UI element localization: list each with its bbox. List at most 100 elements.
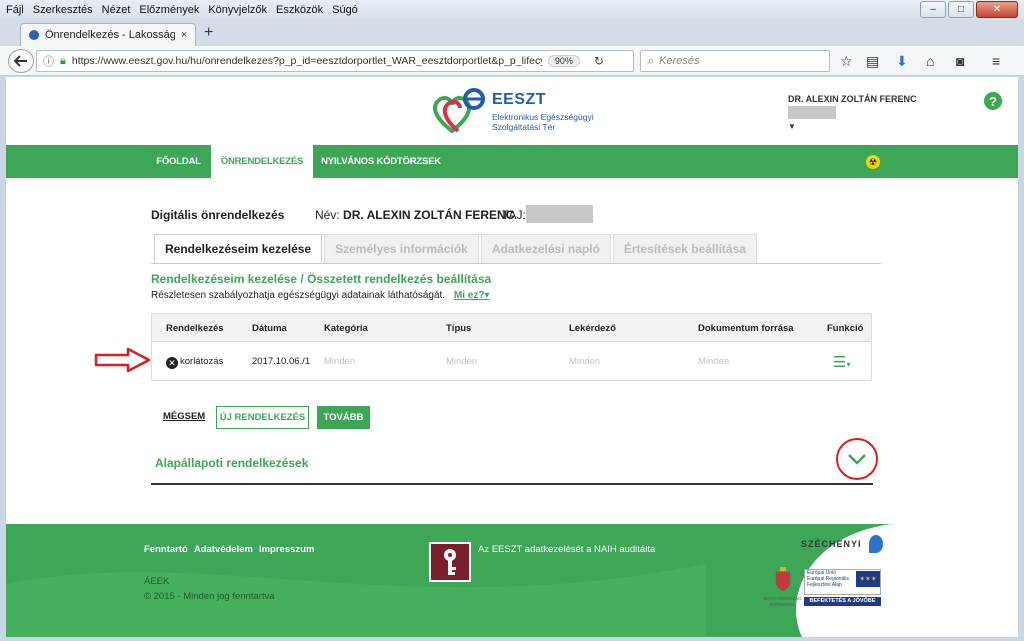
caret-down-icon[interactable]: ▼ bbox=[788, 122, 796, 131]
th-dokumentum-forrasa: Dokumentum forrása bbox=[698, 323, 794, 334]
chevron-down-icon bbox=[848, 454, 866, 465]
tab-ertesitesek[interactable]: Értesítések beállítása bbox=[612, 234, 757, 263]
th-datuma: Dátuma bbox=[252, 323, 287, 334]
rules-table: Rendelkezés Dátuma Kategória Típus Lekér… bbox=[151, 313, 872, 381]
function-menu-icon[interactable]: ☰▾ bbox=[833, 353, 850, 371]
th-lekerdezo: Lekérdező bbox=[569, 323, 616, 334]
section-divider bbox=[151, 483, 873, 485]
browser-tab-title: Önrendelkezés - Lakossági Po bbox=[45, 29, 175, 41]
cell-dokumentum: Minden bbox=[698, 356, 730, 367]
cancel-button[interactable]: MÉGSEM bbox=[163, 411, 205, 422]
back-button[interactable] bbox=[8, 49, 34, 73]
menu-bookmarks[interactable]: Könyvjelzők bbox=[208, 4, 267, 16]
whatis-link[interactable]: Mi ez?▾ bbox=[454, 290, 490, 301]
pocket-icon[interactable]: ◙ bbox=[956, 53, 964, 69]
nav-onrendelkezes[interactable]: ÖNRENDELKEZÉS bbox=[211, 145, 313, 178]
menu-file[interactable]: Fájl bbox=[6, 4, 24, 16]
minimize-button[interactable]: – bbox=[920, 1, 946, 18]
new-tab-button[interactable]: + bbox=[204, 24, 213, 42]
nav-foodal[interactable]: FŐOLDAL bbox=[146, 145, 211, 178]
browser-tab[interactable]: Önrendelkezés - Lakossági Po × bbox=[20, 23, 196, 46]
cell-datum: 2017.10.06./1 bbox=[252, 356, 311, 367]
name-value: DR. ALEXIN ZOLTÁN FERENC bbox=[343, 208, 515, 222]
zoom-indicator[interactable]: 90% bbox=[547, 55, 580, 67]
tab-rendelkezeseim[interactable]: Rendelkezéseim kezelése bbox=[154, 234, 323, 263]
eu-fund-text: Európai Unió Európai Regionális Fejleszt… bbox=[807, 570, 849, 588]
search-placeholder: Keresés bbox=[659, 55, 700, 67]
close-window-button[interactable]: ✕ bbox=[976, 1, 1018, 18]
map-pin-icon bbox=[869, 535, 884, 553]
th-funkcio: Funkció bbox=[827, 323, 864, 334]
section-title: Rendelkezéseim kezelése / Összetett rend… bbox=[151, 272, 492, 286]
coat-of-arms-icon bbox=[775, 567, 791, 592]
main-content: Digitális önrendelkezés Név: DR. ALEXIN … bbox=[6, 178, 1018, 524]
tab-szemelyes-informaciok[interactable]: Személyes információk bbox=[324, 234, 479, 263]
footer-org: ÁEEK bbox=[144, 576, 170, 587]
nav-nyilvanos-kodtorzsek[interactable]: NYILVÁNOS KÓDTÖRZSEK bbox=[313, 145, 449, 178]
help-icon[interactable]: ? bbox=[984, 92, 1002, 110]
user-name[interactable]: DR. ALEXIN ZOLTÁN FERENC bbox=[788, 94, 917, 104]
redacted-user-info bbox=[788, 106, 836, 119]
cell-rendelkezes: korlátozás bbox=[180, 356, 224, 367]
name-label: Név: bbox=[315, 208, 340, 222]
naih-audit-text[interactable]: Az EESZT adatkezelését a NAIH auditálta bbox=[478, 544, 655, 555]
kormany-text: MAGYARORSZÁG KORMÁNYA bbox=[763, 596, 802, 607]
expand-button[interactable] bbox=[836, 438, 878, 480]
reading-list-icon[interactable]: ▤ bbox=[866, 53, 879, 70]
cell-kategoria: Minden bbox=[324, 356, 356, 367]
maximize-button[interactable]: □ bbox=[948, 1, 974, 18]
logo-name: EESZT bbox=[492, 91, 547, 108]
info-icon[interactable]: ⓘ bbox=[43, 53, 54, 69]
favicon-icon bbox=[29, 30, 39, 40]
table-row: ✕ korlátozás bbox=[166, 356, 223, 369]
menubar: Fájl Szerkesztés Nézet Előzmények Könyvj… bbox=[0, 0, 1024, 20]
eu-flag-icon: ✶✶✶ bbox=[856, 571, 880, 587]
link-adatvedelem[interactable]: Adatvédelem bbox=[194, 544, 253, 555]
szechenyi-text: SZÉCHENYI bbox=[801, 539, 862, 549]
footer-copyright: © 2015 - Minden jog fenntartva bbox=[144, 591, 275, 602]
window-controls: – □ ✕ bbox=[920, 1, 1018, 18]
next-button[interactable]: TOVÁBB bbox=[317, 406, 370, 429]
link-fenntarto[interactable]: Fenntartó bbox=[144, 544, 188, 555]
bookmark-star-icon[interactable]: ☆ bbox=[840, 53, 853, 70]
home-icon[interactable]: ⌂ bbox=[926, 53, 934, 69]
logo-subtitle: Elektronikus Egészségügyi Szolgáltatási … bbox=[492, 112, 594, 132]
site-footer: Fenntartó Adatvédelem Impresszum ÁEEK © … bbox=[6, 524, 1018, 637]
heart-logo-icon bbox=[433, 88, 485, 134]
szechenyi-logo: SZÉCHENYI bbox=[801, 535, 884, 553]
taj-label: TAJ: bbox=[502, 208, 526, 222]
cell-tipus: Minden bbox=[446, 356, 478, 367]
menu-tools[interactable]: Eszközök bbox=[276, 4, 323, 16]
close-circle-icon[interactable]: ✕ bbox=[166, 357, 178, 369]
key-icon bbox=[444, 549, 456, 575]
menu-edit[interactable]: Szerkesztés bbox=[33, 4, 93, 16]
menu-help[interactable]: Súgó bbox=[332, 4, 358, 16]
tab-close-icon[interactable]: × bbox=[181, 29, 187, 41]
reload-icon[interactable]: ↻ bbox=[594, 54, 604, 68]
main-nav: FŐOLDAL ÖNRENDELKEZÉS NYILVÁNOS KÓDTÖRZS… bbox=[6, 145, 1018, 178]
web-page: EESZT Elektronikus Egészségügyi Szolgált… bbox=[6, 77, 1018, 637]
footer-links: Fenntartó Adatvédelem Impresszum bbox=[144, 544, 314, 555]
section-description: Részletesen szabályozhatja egészségügyi … bbox=[151, 290, 489, 301]
search-input[interactable]: ⌕ Keresés bbox=[640, 50, 830, 72]
eeszt-logo[interactable]: EESZT Elektronikus Egészségügyi Szolgált… bbox=[430, 87, 605, 135]
page-title: Digitális önrendelkezés bbox=[151, 208, 285, 222]
hamburger-menu-icon[interactable]: ≡ bbox=[992, 53, 1000, 69]
menu-view[interactable]: Nézet bbox=[102, 4, 131, 16]
naih-key-icon[interactable] bbox=[429, 542, 471, 582]
th-rendelkezes: Rendelkezés bbox=[166, 323, 224, 334]
lock-icon[interactable]: 🔒︎ bbox=[60, 55, 66, 68]
tab-adatkezelesi-naplo[interactable]: Adatkezelési napló bbox=[480, 234, 611, 263]
navigation-bar: ⓘ 🔒︎ https://www.eeszt.gov.hu/hu/onrende… bbox=[0, 46, 1024, 76]
link-impresszum[interactable]: Impresszum bbox=[259, 544, 314, 555]
menu-history[interactable]: Előzmények bbox=[139, 4, 199, 16]
url-bar[interactable]: ⓘ 🔒︎ https://www.eeszt.gov.hu/hu/onrende… bbox=[36, 50, 634, 72]
th-tipus: Típus bbox=[446, 323, 472, 334]
default-rules-title[interactable]: Alapállapoti rendelkezések bbox=[155, 456, 308, 470]
url-text[interactable]: https://www.eeszt.gov.hu/hu/onrendelkeze… bbox=[72, 55, 542, 67]
new-rule-button[interactable]: ÚJ RENDELKEZÉS bbox=[216, 406, 309, 429]
download-icon[interactable]: ⬇ bbox=[896, 53, 908, 70]
accessibility-icon[interactable]: ☢ bbox=[866, 155, 880, 169]
search-icon: ⌕ bbox=[647, 54, 654, 67]
cell-lekerdezo: Minden bbox=[569, 356, 601, 367]
